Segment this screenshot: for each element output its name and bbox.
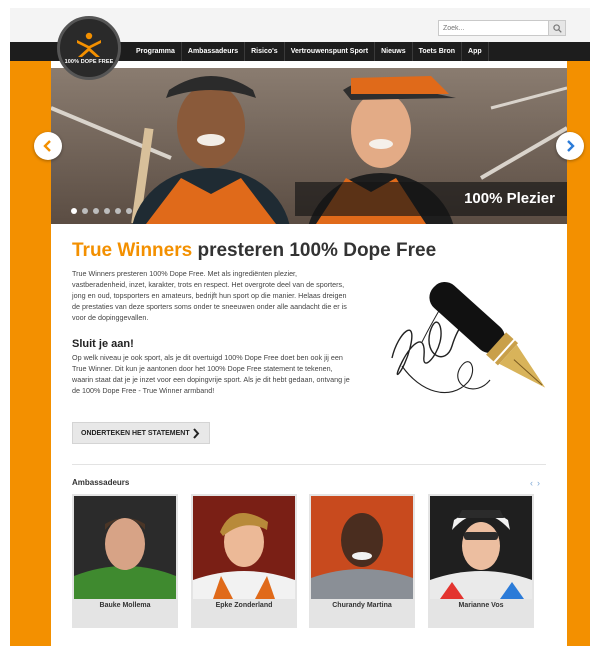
- slider-dot[interactable]: [126, 208, 132, 214]
- ambassador-photo: [193, 496, 295, 599]
- join-text: Op welk niveau je ook sport, als je dit …: [72, 353, 350, 395]
- section-divider: [72, 464, 546, 465]
- sign-statement-button[interactable]: ONDERTEKEN HET STATEMENT: [72, 422, 210, 444]
- page-title-rest: presteren 100% Dope Free: [192, 240, 437, 261]
- ambassador-card[interactable]: Marianne Vos: [428, 494, 534, 628]
- search-box: [438, 20, 568, 38]
- page-title: True Winners presteren 100% Dope Free: [72, 240, 436, 262]
- slider-dots: [71, 208, 132, 214]
- chevron-right-icon: [567, 140, 575, 152]
- site-logo[interactable]: 100% DOPE FREE: [57, 16, 121, 80]
- ambassador-card[interactable]: Bauke Mollema: [72, 494, 178, 628]
- nav-item-toets-bron[interactable]: Toets Bron: [413, 42, 463, 61]
- ambassador-portrait-image: [193, 496, 295, 599]
- search-button[interactable]: [548, 20, 566, 36]
- nav-item-risicos[interactable]: Risico's: [245, 42, 285, 61]
- ambassador-portrait-image: [430, 496, 532, 599]
- ambassador-card[interactable]: Epke Zonderland: [191, 494, 297, 628]
- ambassador-name: Bauke Mollema: [99, 602, 151, 609]
- intro-text: True Winners presteren 100% Dope Free. M…: [72, 269, 347, 322]
- slider-dot[interactable]: [71, 208, 77, 214]
- ambassador-name: Churandy Martina: [332, 602, 392, 609]
- slider-dot[interactable]: [104, 208, 110, 214]
- ambassador-photo: [311, 496, 413, 599]
- slider-dot[interactable]: [93, 208, 99, 214]
- chevron-left-icon: [43, 140, 51, 152]
- hero-slider: 100% Plezier: [51, 68, 567, 224]
- ambassadors-next-icon[interactable]: ›: [537, 479, 540, 488]
- ambassador-portrait-image: [74, 496, 176, 599]
- search-icon: [552, 23, 562, 33]
- ambassador-photo: [430, 496, 532, 599]
- ambassador-portrait-image: [311, 496, 413, 599]
- nav-item-vertrouwenspunt-sport[interactable]: Vertrouwenspunt Sport: [285, 42, 376, 61]
- slider-dot[interactable]: [115, 208, 121, 214]
- ambassador-photo: [74, 496, 176, 599]
- sign-statement-label: ONDERTEKEN HET STATEMENT: [81, 429, 190, 437]
- ambassador-name: Epke Zonderland: [215, 602, 273, 609]
- hero-caption: 100% Plezier: [295, 182, 567, 216]
- ambassadors-prev-icon[interactable]: ‹: [530, 479, 533, 488]
- ambassadors-title: Ambassadeurs: [72, 478, 130, 487]
- nav-item-app[interactable]: App: [462, 42, 489, 61]
- logo-text: 100% DOPE FREE: [64, 58, 114, 65]
- ambassador-card[interactable]: Churandy Martina: [309, 494, 415, 628]
- page-title-accent: True Winners: [72, 240, 193, 261]
- ambassadors-nav: ‹ ›: [530, 479, 540, 488]
- join-title: Sluit je aan!: [72, 338, 134, 350]
- nav-item-nieuws[interactable]: Nieuws: [375, 42, 413, 61]
- slider-next-button[interactable]: [556, 132, 584, 160]
- ambassador-name: Marianne Vos: [458, 602, 504, 609]
- nav-item-ambassadeurs[interactable]: Ambassadeurs: [182, 42, 246, 61]
- nav-item-programma[interactable]: Programma: [130, 42, 182, 61]
- pen-signature-illustration: [391, 281, 546, 394]
- slider-prev-button[interactable]: [34, 132, 62, 160]
- chevron-right-icon: [193, 428, 200, 439]
- slider-dot[interactable]: [82, 208, 88, 214]
- search-input[interactable]: [438, 20, 548, 36]
- dope-free-logo-icon: [77, 32, 101, 57]
